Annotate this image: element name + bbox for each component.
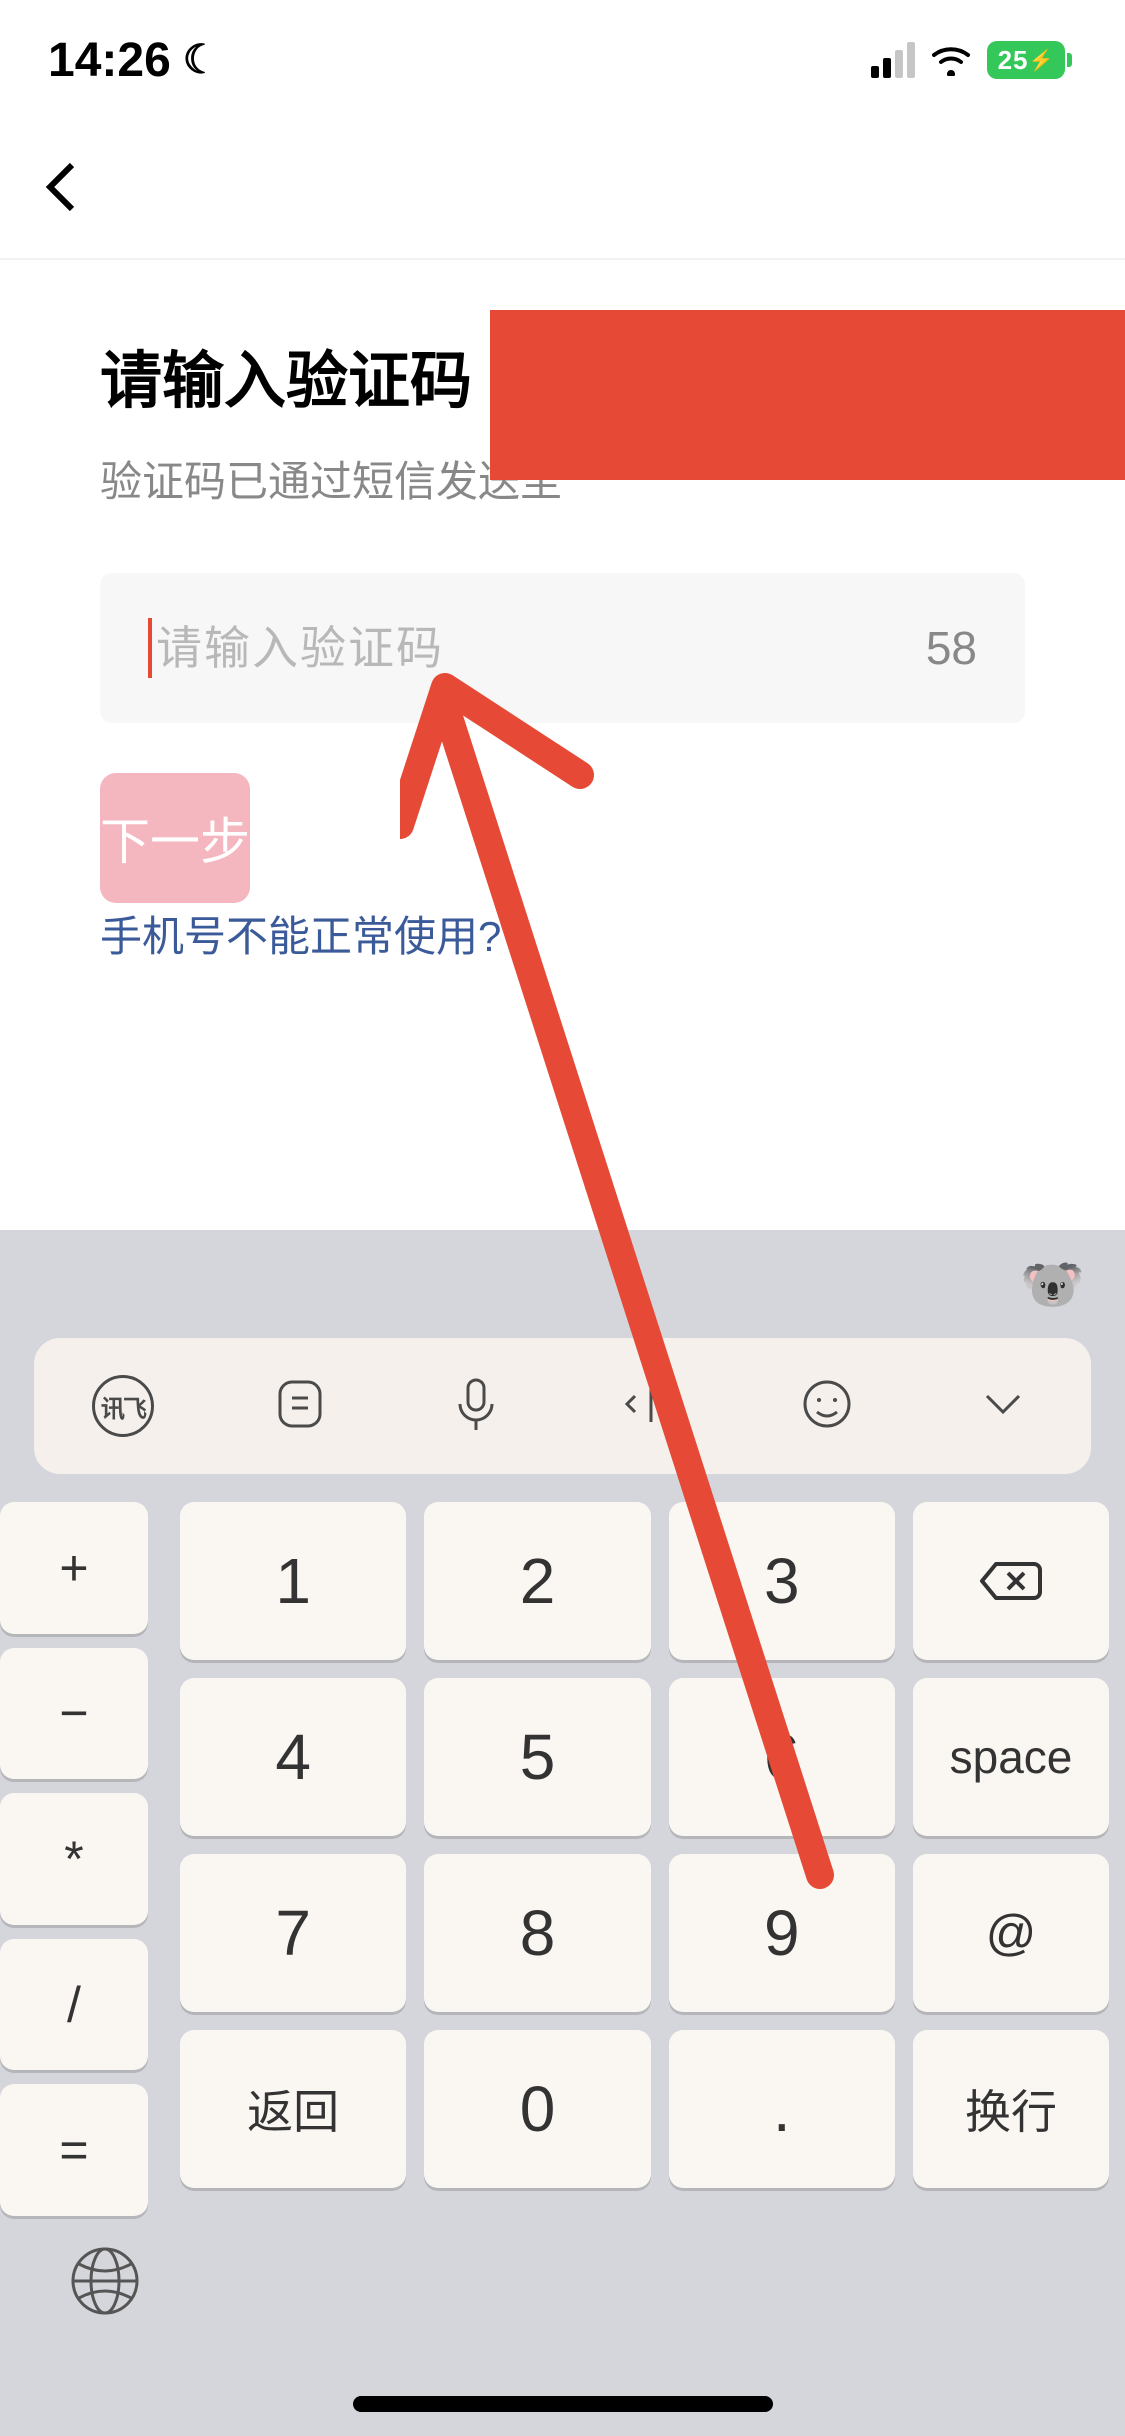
digit-2-key[interactable]: 2	[424, 1502, 650, 1660]
verification-code-input[interactable]	[156, 621, 926, 675]
redaction-block	[490, 310, 1125, 480]
keyboard-avatar-icon[interactable]: 🐨	[1020, 1254, 1085, 1315]
digit-3-key[interactable]: 3	[669, 1502, 895, 1660]
globe-icon[interactable]	[66, 2242, 144, 2325]
backspace-key[interactable]	[913, 1502, 1109, 1660]
status-time: 14:26	[48, 33, 171, 88]
digit-8-key[interactable]: 8	[424, 1854, 650, 2012]
symbol-asterisk-key[interactable]: *	[0, 1793, 148, 1925]
numeric-keypad: 1 2 3 4 5 6 space 7 8 9 @ 返回 0 . 换行 +−*/…	[164, 1502, 1125, 2216]
dot-key[interactable]: .	[669, 2030, 895, 2188]
cursor-move-icon[interactable]	[621, 1374, 681, 1439]
dnd-moon-icon: ☾	[183, 37, 219, 83]
ime-badge-icon[interactable]: 讯飞	[92, 1375, 154, 1437]
digit-5-key[interactable]: 5	[424, 1678, 650, 1836]
microphone-icon[interactable]	[446, 1374, 506, 1439]
nav-bar	[0, 120, 1125, 260]
home-indicator[interactable]	[353, 2396, 773, 2412]
battery-icon: 25⚡	[987, 41, 1065, 79]
symbol-minus-key[interactable]: −	[0, 1648, 148, 1780]
digit-9-key[interactable]: 9	[669, 1854, 895, 2012]
enter-key[interactable]: 换行	[913, 2030, 1109, 2188]
wifi-icon	[929, 33, 973, 88]
emoji-icon[interactable]	[797, 1374, 857, 1439]
digit-0-key[interactable]: 0	[424, 2030, 650, 2188]
digit-6-key[interactable]: 6	[669, 1678, 895, 1836]
next-button[interactable]: 下一步	[100, 773, 250, 903]
text-cursor	[148, 618, 152, 678]
resend-countdown: 58	[926, 621, 977, 675]
keyboard-toolbar: 讯飞	[34, 1338, 1091, 1474]
return-previous-key[interactable]: 返回	[180, 2030, 406, 2188]
space-key[interactable]: space	[913, 1678, 1109, 1836]
phone-unusable-link[interactable]: 手机号不能正常使用?	[100, 913, 501, 960]
status-bar: 14:26 ☾ 25⚡	[0, 0, 1125, 120]
symbol-plus-key[interactable]: +	[0, 1502, 148, 1634]
back-button[interactable]	[36, 161, 88, 218]
digit-7-key[interactable]: 7	[180, 1854, 406, 2012]
clipboard-icon[interactable]	[270, 1374, 330, 1439]
collapse-keyboard-icon[interactable]	[973, 1374, 1033, 1439]
main-content: 请输入验证码 验证码已通过短信发送至 58 下一步 手机号不能正常使用?	[0, 260, 1125, 964]
symbol-equals-key[interactable]: =	[0, 2084, 148, 2216]
digit-4-key[interactable]: 4	[180, 1678, 406, 1836]
symbol-slash-key[interactable]: /	[0, 1939, 148, 2071]
at-key[interactable]: @	[913, 1854, 1109, 2012]
keyboard: 🐨 讯飞 1 2 3 4 5	[0, 1230, 1125, 2436]
code-input-row[interactable]: 58	[100, 573, 1025, 723]
cellular-icon	[871, 42, 915, 78]
digit-1-key[interactable]: 1	[180, 1502, 406, 1660]
